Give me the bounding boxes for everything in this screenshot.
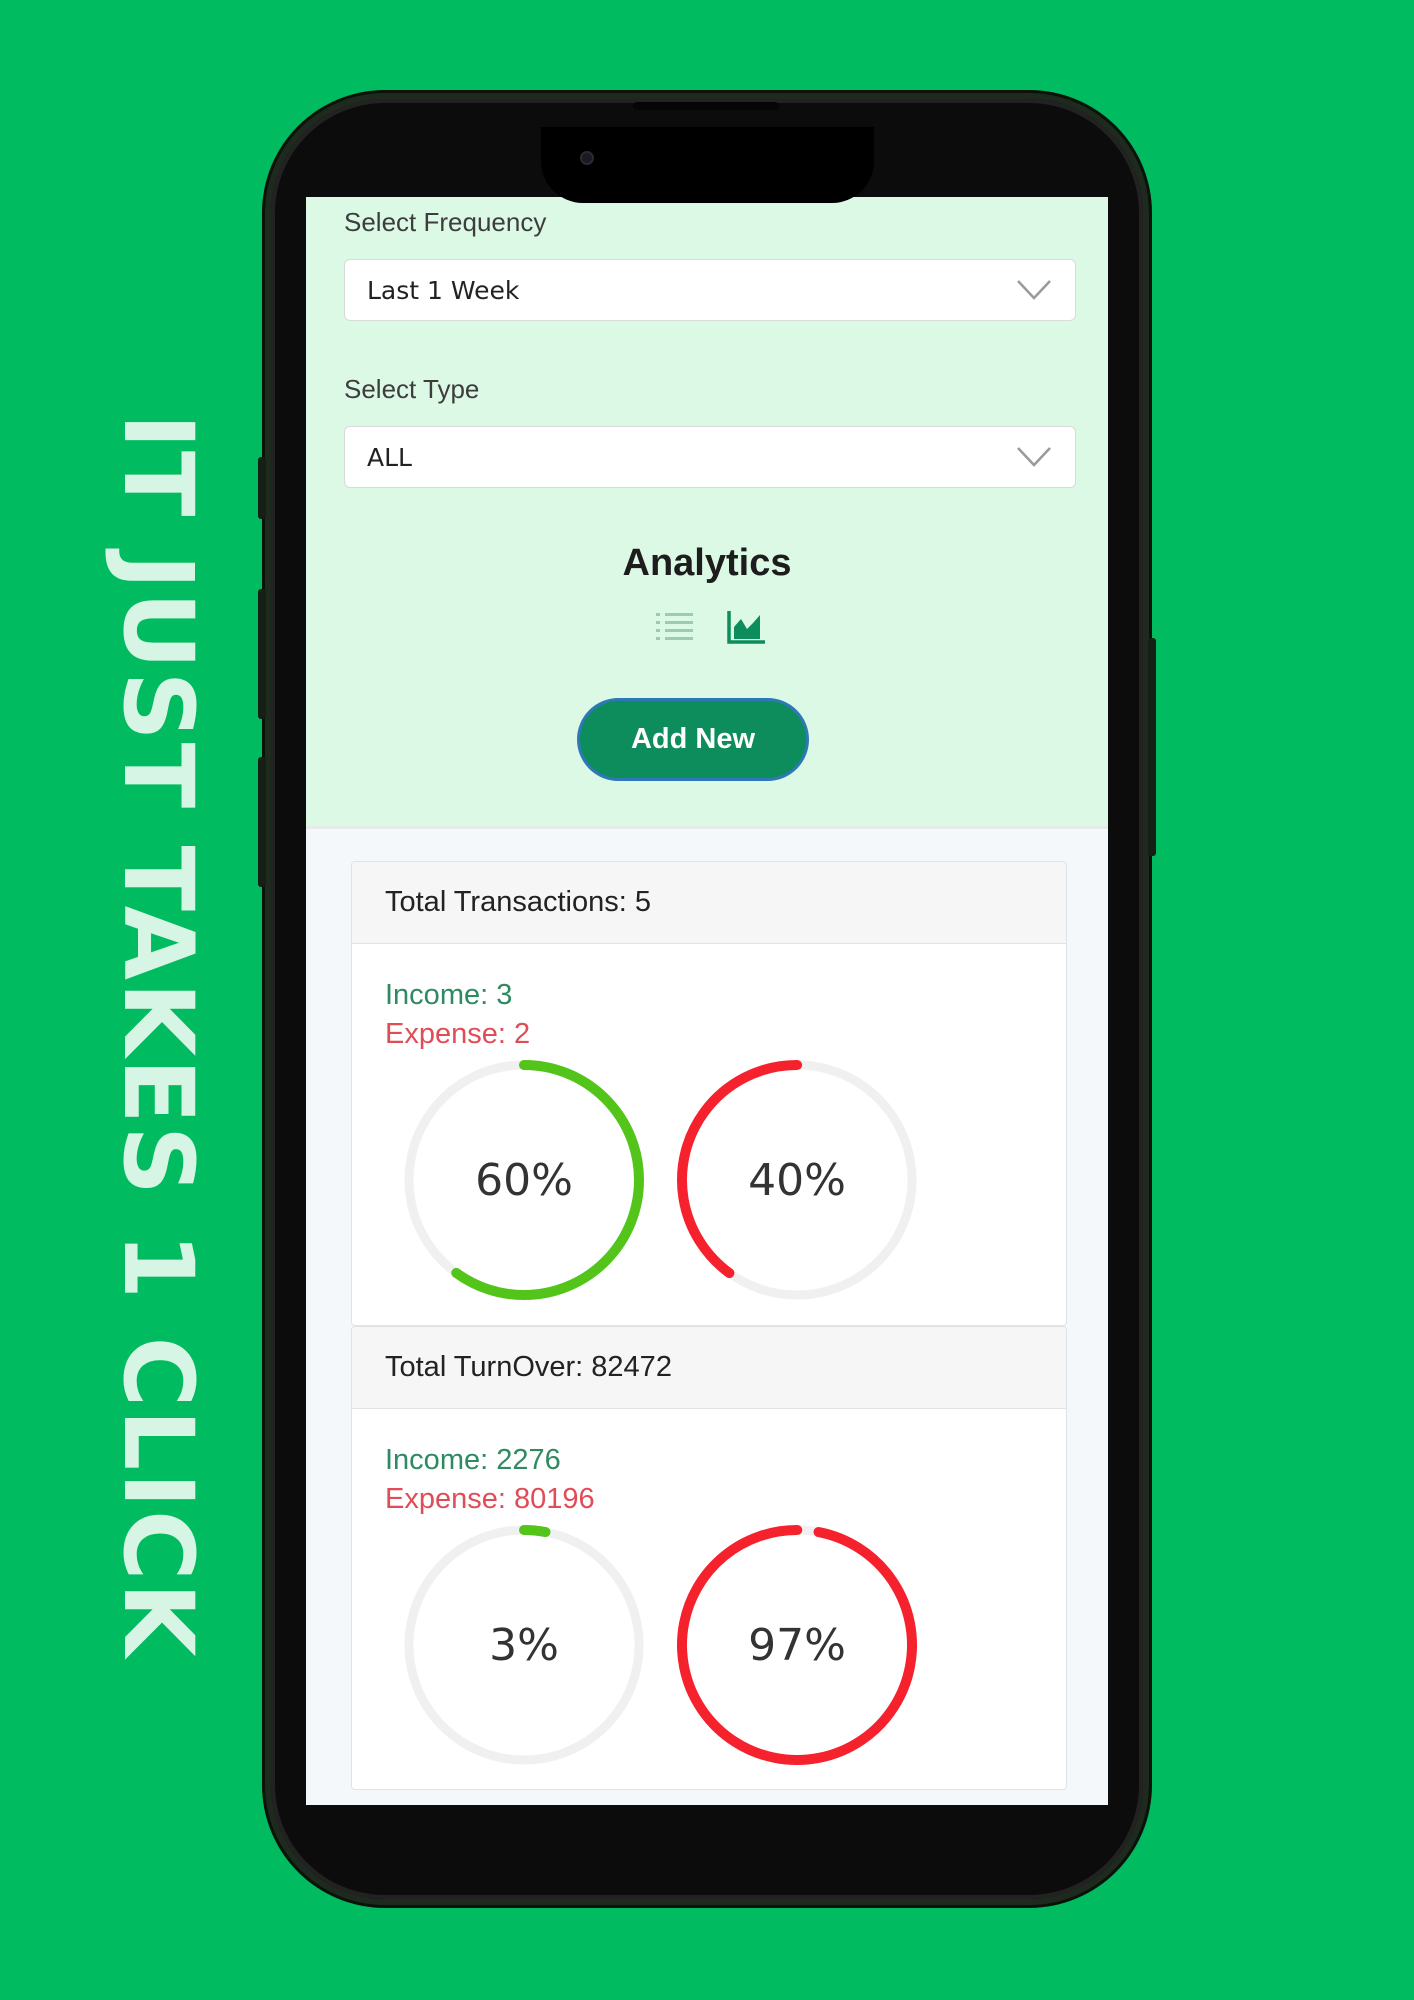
turnover-income-percent: 3% [489, 1619, 559, 1671]
turnover-income: Income: 2276 [385, 1444, 561, 1476]
transactions-expense: Expense: 2 [385, 1018, 531, 1050]
type-label: Select Type [344, 374, 480, 404]
phone-power-button [1148, 638, 1156, 856]
frequency-select[interactable]: Last 1 Week [344, 259, 1076, 321]
phone-notch [541, 127, 874, 203]
add-new-button[interactable]: Add New [577, 698, 809, 781]
transactions-header: Total Transactions: 5 [352, 862, 1066, 944]
front-camera [580, 151, 594, 165]
chart-view-icon[interactable] [726, 609, 768, 645]
type-value: ALL [367, 442, 412, 472]
app-screen: Select Frequency Last 1 Week Select Type… [306, 197, 1108, 1805]
chevron-down-icon [1017, 447, 1051, 467]
filter-panel: Select Frequency Last 1 Week Select Type… [306, 197, 1108, 829]
frequency-label: Select Frequency [344, 207, 547, 237]
turnover-expense: Expense: 80196 [385, 1483, 595, 1515]
type-select[interactable]: ALL [344, 426, 1076, 488]
list-view-icon[interactable] [654, 609, 696, 645]
transactions-income: Income: 3 [385, 979, 513, 1011]
analytics-title: Analytics [622, 542, 792, 584]
phone-speaker [633, 102, 779, 110]
phone-silent-switch [258, 457, 266, 519]
promo-slogan: IT JUST TAKES 1 CLICK [102, 413, 214, 1659]
turnover-header: Total TurnOver: 82472 [352, 1327, 1066, 1409]
chevron-down-icon [1017, 280, 1051, 300]
turnover-expense-percent: 97% [748, 1619, 846, 1671]
transactions-card: Total Transactions: 5 Income: 3 Expense:… [351, 861, 1067, 1326]
frequency-value: Last 1 Week [367, 275, 520, 305]
transactions-expense-percent: 40% [748, 1154, 846, 1206]
transactions-income-percent: 60% [475, 1154, 573, 1206]
turnover-card: Total TurnOver: 82472 Income: 2276 Expen… [351, 1326, 1067, 1790]
phone-volume-down [258, 757, 266, 887]
phone-volume-up [258, 589, 266, 719]
